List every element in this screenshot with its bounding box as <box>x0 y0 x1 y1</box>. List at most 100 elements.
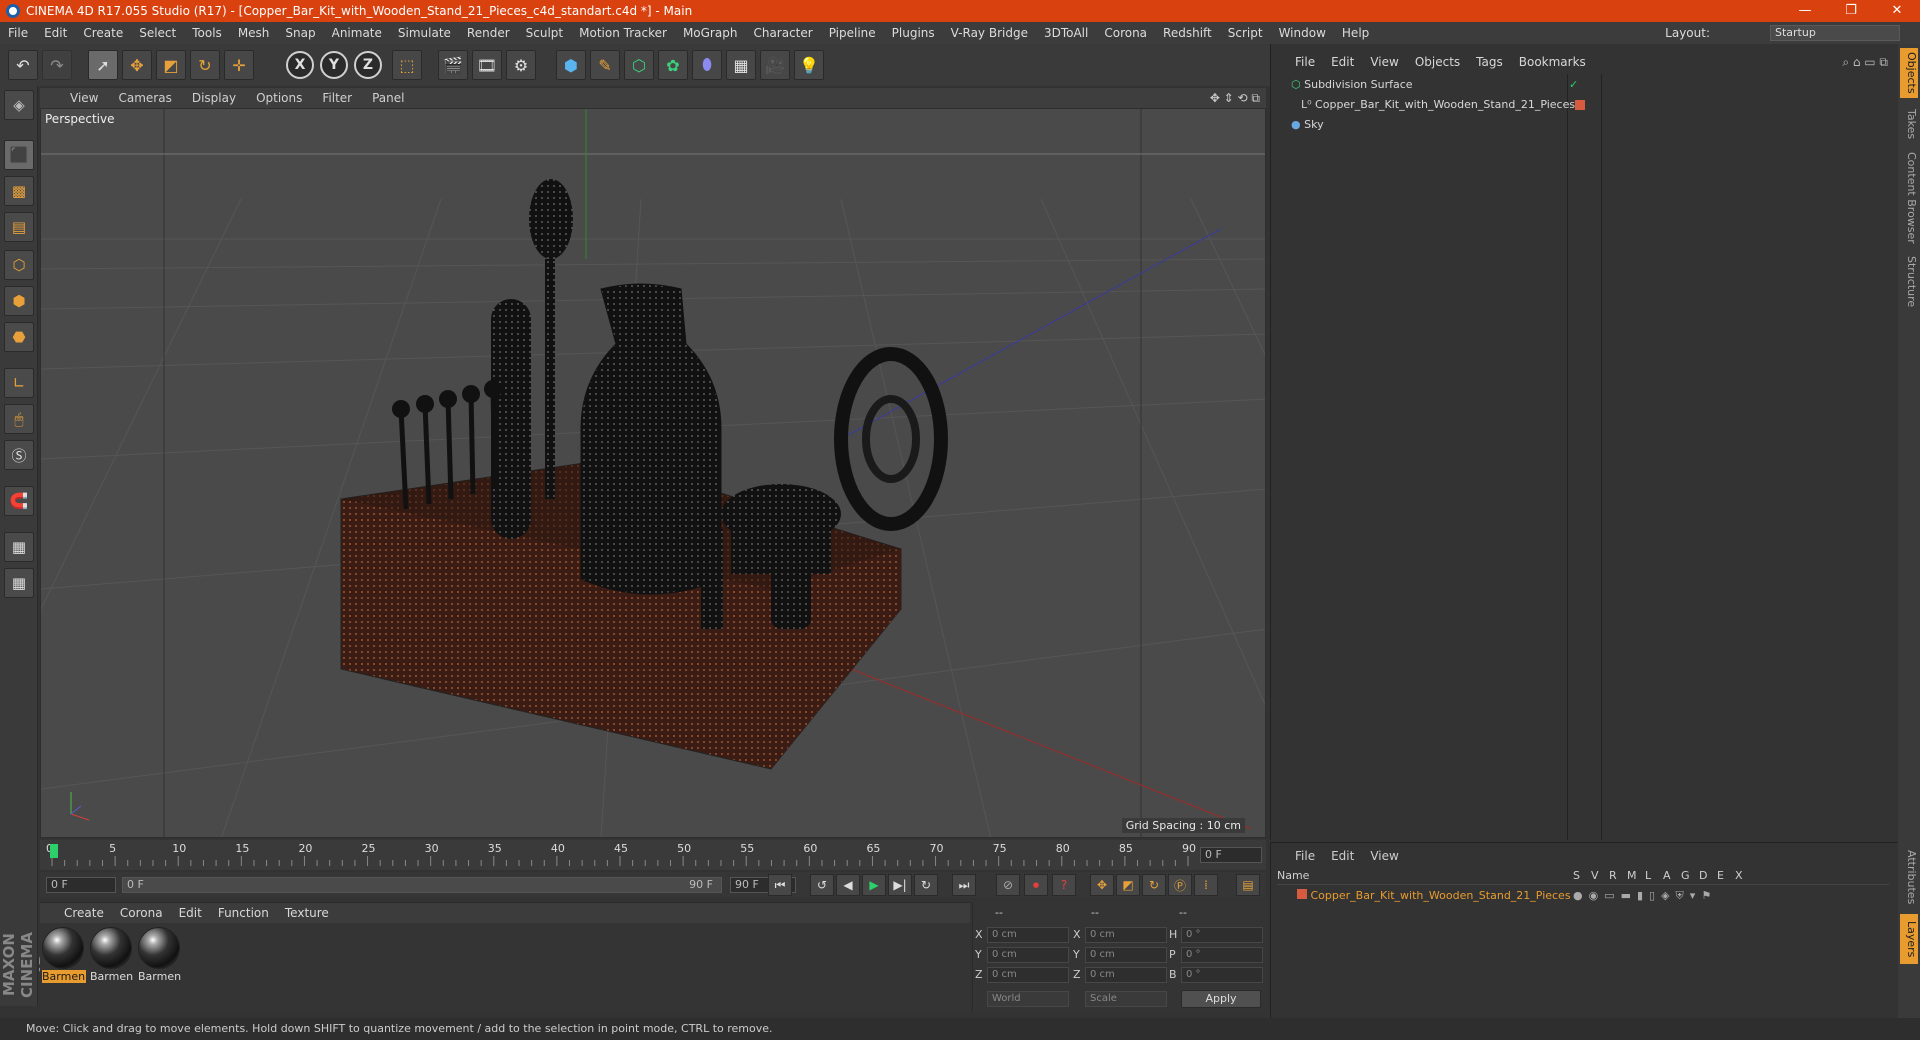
live-selection-icon[interactable]: ➚ <box>88 50 118 80</box>
bar-kit-model[interactable] <box>340 179 948 770</box>
rotation-h-field[interactable]: 0 ° <box>1181 927 1263 943</box>
enabled-check-icon[interactable]: ✓ <box>1569 76 1578 94</box>
perspective-viewport[interactable]: Perspective Grid Spacing : 10 cm <box>40 108 1266 838</box>
light-icon[interactable]: 💡 <box>794 50 824 80</box>
menu-help[interactable]: Help <box>1334 26 1377 40</box>
menu-tools[interactable]: Tools <box>184 26 230 40</box>
redo-icon[interactable]: ↷ <box>42 50 72 80</box>
frame-range-slider[interactable]: 0 F 90 F <box>122 877 722 893</box>
make-editable-icon[interactable]: ◈ <box>4 90 34 120</box>
layer-flag-icons[interactable]: ●◉▭▬▮▯◈⛨▾⚑ <box>1573 887 1717 905</box>
menu-motion-tracker[interactable]: Motion Tracker <box>571 26 675 40</box>
scale-dropdown[interactable]: Scale <box>1085 991 1167 1007</box>
material-swatch[interactable]: Barmeni <box>42 927 86 983</box>
menu-plugins[interactable]: Plugins <box>884 26 943 40</box>
texture-mode-icon[interactable]: ▩ <box>4 176 34 206</box>
render-picture-viewer-icon[interactable]: 🎞 <box>472 50 502 80</box>
render-settings-icon[interactable]: ⚙ <box>506 50 536 80</box>
move-tool-icon[interactable]: ✥ <box>122 50 152 80</box>
model-mode-icon[interactable]: ⬛ <box>4 140 34 170</box>
menu-file[interactable]: File <box>0 26 36 40</box>
playhead[interactable] <box>50 844 58 858</box>
rotation-p-field[interactable]: 0 ° <box>1181 947 1263 963</box>
layer-row[interactable]: Copper_Bar_Kit_with_Wooden_Stand_21_Piec… <box>1277 887 1889 905</box>
obj-menu-view[interactable]: View <box>1362 55 1406 69</box>
position-z-field[interactable]: 0 cm <box>987 967 1069 983</box>
menu-pipeline[interactable]: Pipeline <box>821 26 884 40</box>
key-position-icon[interactable]: ✥ <box>1090 874 1114 896</box>
layer-menu-view[interactable]: View <box>1362 849 1406 863</box>
menu-select[interactable]: Select <box>131 26 184 40</box>
points-mode-icon[interactable]: ⬡ <box>4 250 34 280</box>
render-view-icon[interactable]: 🎬 <box>438 50 468 80</box>
menu-3dtoall[interactable]: 3DToAll <box>1036 26 1096 40</box>
menu-animate[interactable]: Animate <box>324 26 390 40</box>
mat-menu-function[interactable]: Function <box>210 906 277 920</box>
next-frame-icon[interactable]: ▶| <box>888 874 912 896</box>
tab-content-browser[interactable]: Content Browser <box>1900 150 1918 246</box>
obj-menu-edit[interactable]: Edit <box>1323 55 1362 69</box>
size-x-field[interactable]: 0 cm <box>1085 927 1167 943</box>
coordinate-system-icon[interactable]: ⬚ <box>392 50 422 80</box>
cube-primitive-icon[interactable]: ⬢ <box>556 50 586 80</box>
subdivision-surface-icon[interactable]: ⬡ <box>624 50 654 80</box>
menu-edit[interactable]: Edit <box>36 26 75 40</box>
start-frame-field[interactable]: 0 F <box>46 877 116 893</box>
menu-render[interactable]: Render <box>459 26 518 40</box>
menu-snap[interactable]: Snap <box>277 26 323 40</box>
workplane-lock-icon[interactable]: ▦ <box>4 532 34 562</box>
x-axis-lock-icon[interactable]: X <box>286 51 314 79</box>
size-y-field[interactable]: 0 cm <box>1085 947 1167 963</box>
apply-button[interactable]: Apply <box>1181 990 1261 1008</box>
obj-menu-objects[interactable]: Objects <box>1407 55 1468 69</box>
rotation-b-field[interactable]: 0 ° <box>1181 967 1263 983</box>
tab-layers[interactable]: Layers <box>1900 914 1918 964</box>
menu-simulate[interactable]: Simulate <box>390 26 459 40</box>
obj-menu-bookmarks[interactable]: Bookmarks <box>1511 55 1594 69</box>
scale-tool-icon[interactable]: ◩ <box>156 50 186 80</box>
material-swatch[interactable]: Barmeni <box>90 927 134 983</box>
object-row-sky[interactable]: ● Sky <box>1277 116 1897 134</box>
layer-menu-edit[interactable]: Edit <box>1323 849 1362 863</box>
menu-sculpt[interactable]: Sculpt <box>518 26 571 40</box>
tab-objects[interactable]: Objects <box>1900 48 1918 98</box>
edges-mode-icon[interactable]: ⬢ <box>4 286 34 316</box>
goto-start-icon[interactable]: ⏮ <box>768 874 792 896</box>
position-y-field[interactable]: 0 cm <box>987 947 1069 963</box>
material-swatch[interactable]: Barmeni <box>138 927 182 983</box>
menu-mograph[interactable]: MoGraph <box>675 26 746 40</box>
vp-menu-filter[interactable]: Filter <box>312 91 362 105</box>
layout-select[interactable]: Startup <box>1770 25 1900 41</box>
key-pla-icon[interactable]: ⁞ <box>1194 874 1218 896</box>
menu-window[interactable]: Window <box>1271 26 1334 40</box>
next-key-icon[interactable]: ↻ <box>914 874 938 896</box>
goto-end-icon[interactable]: ⏭ <box>952 874 976 896</box>
vp-menu-panel[interactable]: Panel <box>362 91 414 105</box>
obj-menu-file[interactable]: File <box>1287 55 1323 69</box>
record-keys-icon[interactable]: ⊘ <box>996 874 1020 896</box>
world-dropdown[interactable]: World <box>987 991 1069 1007</box>
vp-menu-cameras[interactable]: Cameras <box>108 91 181 105</box>
vp-menu-display[interactable]: Display <box>182 91 246 105</box>
deformer-icon[interactable]: ⬮ <box>692 50 722 80</box>
viewport-nav-icons[interactable]: ✥ ⇕ ⟲ ⧉ <box>1210 91 1260 106</box>
menu-redshift[interactable]: Redshift <box>1155 26 1220 40</box>
minimize-button[interactable]: — <box>1782 0 1828 22</box>
timeline-window-icon[interactable]: ▤ <box>1236 874 1260 896</box>
object-row-bar-kit[interactable]: L⁰ Copper_Bar_Kit_with_Wooden_Stand_21_P… <box>1277 96 1897 114</box>
layer-menu-file[interactable]: File <box>1287 849 1323 863</box>
tweak-mode-icon[interactable]: 🖱 <box>4 404 34 434</box>
mat-menu-texture[interactable]: Texture <box>277 906 337 920</box>
restore-button[interactable]: ❐ <box>1828 0 1874 22</box>
play-icon[interactable]: ▶ <box>862 874 886 896</box>
undo-icon[interactable]: ↶ <box>8 50 38 80</box>
current-frame-field[interactable]: 0 F <box>1200 847 1262 863</box>
menu-mesh[interactable]: Mesh <box>230 26 278 40</box>
workplane-mode-icon[interactable]: ▤ <box>4 212 34 242</box>
workplane-snap-icon[interactable]: ▦ <box>4 568 34 598</box>
menu-character[interactable]: Character <box>745 26 820 40</box>
vp-menu-options[interactable]: Options <box>246 91 312 105</box>
search-icon[interactable]: ⌕ ⌂ ▭ ⧉ <box>1842 55 1888 70</box>
pen-spline-icon[interactable]: ✎ <box>590 50 620 80</box>
tab-takes[interactable]: Takes <box>1900 104 1918 144</box>
